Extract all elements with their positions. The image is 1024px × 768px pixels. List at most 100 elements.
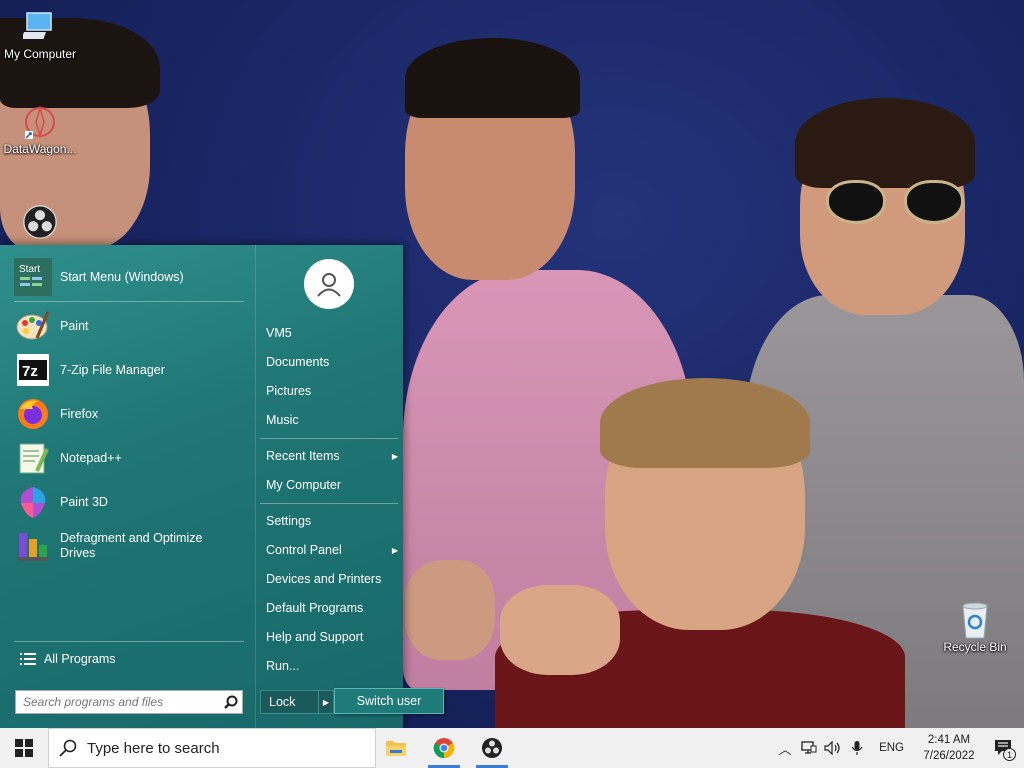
divider — [14, 641, 244, 642]
start-menu-logo-icon: Start — [14, 258, 52, 296]
wallpaper-figure — [405, 38, 580, 118]
place-label: Default Programs — [266, 601, 364, 615]
program-paint3d[interactable]: Paint 3D — [14, 483, 244, 521]
obs-icon — [482, 738, 502, 758]
clock[interactable]: 2:41 AM 7/26/2022 — [914, 732, 984, 764]
place-label: Control Panel — [266, 543, 342, 557]
desktop-icon-label: DataWagon... — [3, 142, 77, 156]
search-icon — [59, 739, 77, 757]
taskbar-file-explorer[interactable] — [372, 728, 420, 768]
svg-text:Start: Start — [19, 264, 40, 275]
recycle-bin-icon — [958, 602, 992, 639]
place-my-computer[interactable]: My Computer — [266, 474, 398, 496]
microphone-icon[interactable] — [845, 728, 869, 768]
file-explorer-icon — [386, 741, 406, 756]
taskbar-search-box[interactable]: Type here to search — [48, 728, 376, 768]
desktop-icon-obs[interactable] — [0, 205, 80, 242]
7zip-icon: 7z — [14, 351, 52, 389]
taskbar-search-placeholder: Type here to search — [87, 739, 220, 757]
clock-time: 2:41 AM — [927, 734, 971, 746]
start-menu-places: VM5 Documents Pictures Music Recent Item… — [255, 245, 403, 728]
place-settings[interactable]: Settings — [266, 510, 398, 532]
place-label: Pictures — [266, 384, 312, 398]
defrag-icon — [14, 527, 52, 565]
volume-icon[interactable] — [821, 728, 845, 768]
switch-user-label: Switch user — [356, 694, 422, 708]
network-icon[interactable] — [797, 728, 821, 768]
program-paint[interactable]: Paint — [14, 307, 244, 345]
program-firefox[interactable]: Firefox — [14, 395, 244, 433]
wallpaper-figure — [500, 585, 620, 675]
desktop-icon-label: My Computer — [3, 47, 77, 61]
start-menu-header-item[interactable]: Start Start Menu (Windows) — [14, 258, 244, 296]
place-label: VM5 — [266, 326, 292, 340]
lock-label: Lock — [269, 695, 296, 709]
taskbar-chrome[interactable] — [420, 728, 468, 768]
power-options-arrow[interactable]: ▶ — [318, 690, 334, 714]
all-programs-label: All Programs — [44, 652, 116, 666]
firefox-icon — [14, 395, 52, 433]
taskbar-obs[interactable] — [468, 728, 516, 768]
chevron-right-icon: ▶ — [322, 697, 330, 707]
start-button[interactable] — [0, 728, 48, 768]
chrome-icon — [433, 738, 455, 759]
lock-button[interactable]: Lock — [260, 690, 320, 714]
program-label: Paint 3D — [60, 494, 108, 509]
place-music[interactable]: Music — [266, 409, 398, 431]
wallpaper-figure — [600, 378, 810, 468]
system-tray: ︿ ENG 2:41 AM 7/26/2022 1 — [773, 728, 1024, 768]
place-devices-printers[interactable]: Devices and Printers — [266, 568, 398, 590]
start-menu-programs: Start Start Menu (Windows) Paint 7z 7-Zi… — [0, 245, 255, 728]
place-label: Music — [266, 413, 299, 427]
svg-text:7z: 7z — [22, 363, 38, 380]
start-menu-header-label: Start Menu (Windows) — [60, 269, 184, 284]
program-label: Defragment and Optimize Drives — [60, 531, 203, 560]
desktop-icon-datawagon[interactable]: DataWagon... — [0, 105, 80, 156]
start-menu: Start Start Menu (Windows) Paint 7z 7-Zi… — [0, 245, 403, 728]
divider — [14, 301, 244, 302]
program-label: Notepad++ — [60, 450, 122, 465]
all-programs-button[interactable]: All Programs — [14, 647, 244, 671]
divider — [260, 438, 398, 439]
action-center-button[interactable]: 1 — [984, 728, 1024, 768]
computer-icon — [23, 10, 57, 44]
obs-icon — [23, 205, 57, 239]
start-search-input[interactable] — [16, 691, 220, 713]
wallpaper-figure — [795, 98, 975, 188]
program-defrag[interactable]: Defragment and Optimize Drives — [14, 527, 244, 565]
place-pictures[interactable]: Pictures — [266, 380, 398, 402]
datawagon-shortcut-icon — [23, 105, 57, 139]
submenu-arrow-icon: ▶ — [391, 451, 398, 461]
search-icon[interactable] — [220, 691, 242, 713]
place-default-programs[interactable]: Default Programs — [266, 597, 398, 619]
user-avatar[interactable] — [304, 259, 354, 309]
place-label: Run... — [266, 659, 300, 673]
clock-date: 7/26/2022 — [923, 750, 975, 762]
switch-user-menu-item[interactable]: Switch user — [334, 688, 444, 714]
wallpaper-figure — [405, 560, 495, 660]
program-7zip[interactable]: 7z 7-Zip File Manager — [14, 351, 244, 389]
program-label: Firefox — [60, 406, 99, 421]
submenu-arrow-icon: ▶ — [391, 545, 398, 555]
place-help-support[interactable]: Help and Support — [266, 626, 398, 648]
place-label: Recent Items — [266, 449, 340, 463]
taskbar-pinned-apps — [372, 728, 516, 768]
language-indicator[interactable]: ENG — [869, 742, 914, 754]
desktop-icon-my-computer[interactable]: My Computer — [0, 10, 80, 61]
place-recent-items[interactable]: Recent Items ▶ — [266, 445, 398, 467]
place-control-panel[interactable]: Control Panel ▶ — [266, 539, 398, 561]
list-icon — [20, 653, 36, 665]
user-icon — [317, 273, 341, 297]
desktop-icon-label: Recycle Bin — [943, 640, 1007, 654]
notification-count-badge: 1 — [1003, 748, 1016, 761]
place-documents[interactable]: Documents — [266, 351, 398, 373]
desktop-icon-recycle-bin[interactable]: Recycle Bin — [935, 602, 1015, 654]
program-label: Paint — [60, 318, 89, 333]
program-notepadpp[interactable]: Notepad++ — [14, 439, 244, 477]
place-label: Settings — [266, 514, 312, 528]
place-run[interactable]: Run... — [266, 655, 398, 677]
start-search-box[interactable] — [15, 690, 243, 714]
show-hidden-icons-chevron-up-icon[interactable]: ︿ — [773, 728, 797, 768]
program-label: 7-Zip File Manager — [60, 362, 165, 377]
place-user[interactable]: VM5 — [266, 322, 398, 344]
